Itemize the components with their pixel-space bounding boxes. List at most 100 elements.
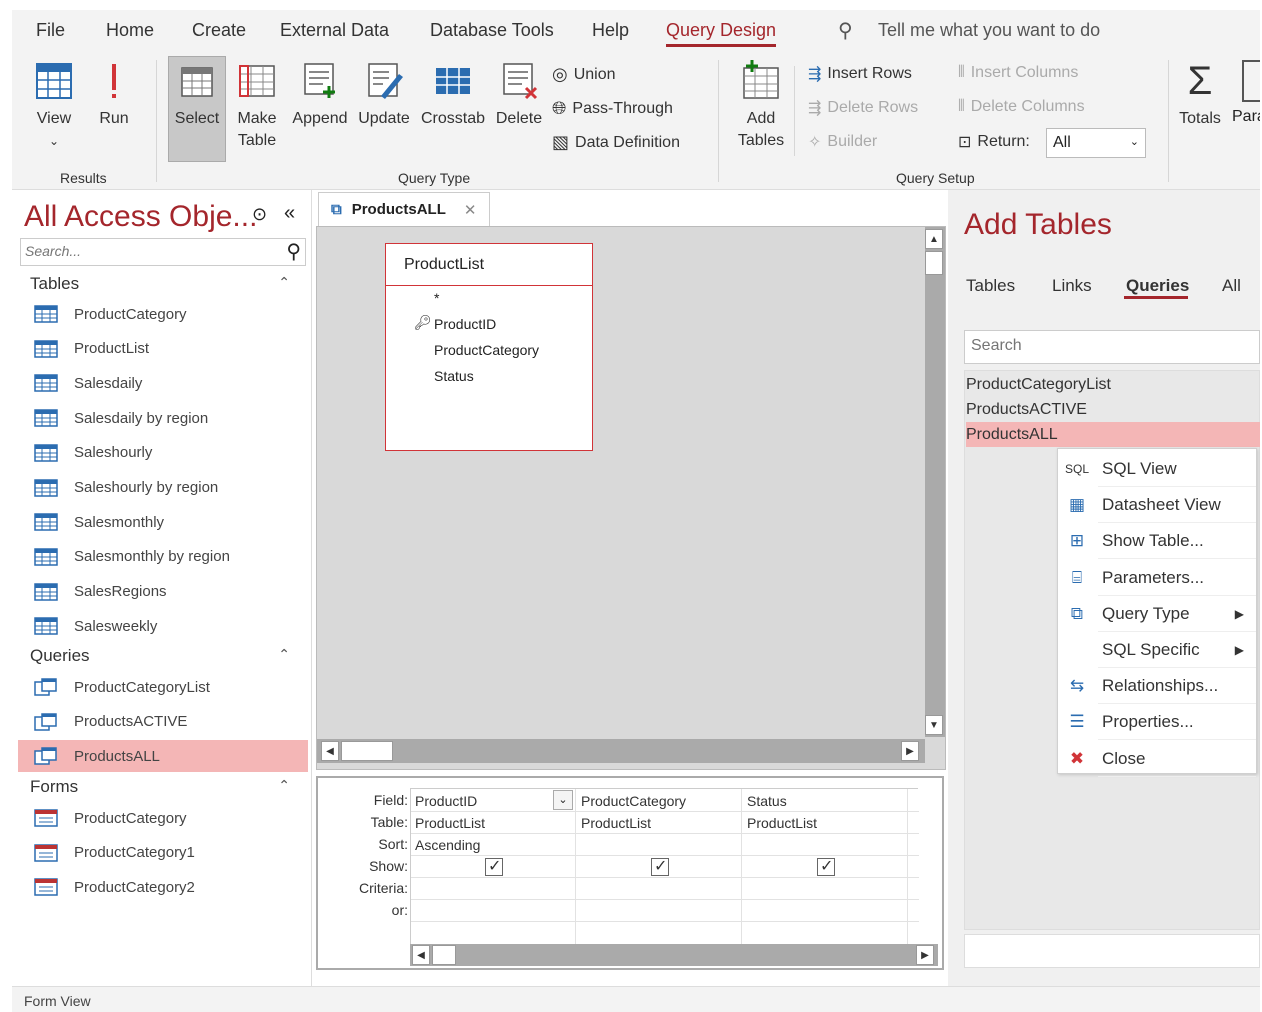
- scroll-left-arrow-icon[interactable]: ◀: [321, 741, 339, 761]
- insert-rows-button[interactable]: ⇶ Insert Rows: [808, 64, 912, 84]
- nav-search-input[interactable]: [21, 239, 271, 263]
- tab-queries[interactable]: Queries: [1126, 276, 1189, 296]
- form-item[interactable]: ProductCategory2: [30, 871, 306, 903]
- add-tables-button[interactable]: Add Tables: [732, 60, 790, 152]
- union-button[interactable]: ◎ Union: [552, 64, 616, 85]
- table-field-list[interactable]: ProductList * 🔑︎ ProductID ProductCatego…: [385, 243, 593, 451]
- cell-field-3[interactable]: Status: [747, 793, 787, 809]
- append-button[interactable]: Append: [288, 60, 352, 130]
- scroll-down-arrow-icon[interactable]: ▼: [925, 715, 943, 735]
- menu-item-close[interactable]: ✖ Close: [1058, 741, 1256, 777]
- document-tab[interactable]: ⧉ ProductsALL ✕: [318, 192, 490, 226]
- section-tables-label: Tables: [30, 274, 80, 293]
- menu-item-query-type[interactable]: ⧉ Query Type ▶: [1058, 596, 1256, 632]
- scroll-thumb[interactable]: [925, 251, 943, 275]
- cell-field-1[interactable]: ProductID: [415, 793, 477, 809]
- field-productid[interactable]: ProductID: [434, 316, 496, 332]
- form-item[interactable]: ProductCategory: [30, 802, 306, 834]
- form-item[interactable]: ProductCategory1: [30, 837, 306, 869]
- table-item[interactable]: Salesdaily: [30, 367, 306, 399]
- vertical-scrollbar[interactable]: ▲ ▼: [925, 227, 945, 737]
- parameters-button-partial[interactable]: Para: [1230, 60, 1260, 170]
- insert-columns-label: Insert Columns: [970, 64, 1079, 81]
- add-tables-query-label: ProductsALL: [966, 425, 1058, 443]
- update-button[interactable]: Update: [354, 60, 414, 130]
- crosstab-button[interactable]: Crosstab: [416, 60, 490, 130]
- totals-button[interactable]: Σ Totals: [1172, 60, 1228, 130]
- menu-item-sql-specific[interactable]: SQL Specific ▶: [1058, 632, 1256, 668]
- scroll-right-arrow-icon[interactable]: ▶: [916, 945, 934, 965]
- menu-item-relationships[interactable]: ⇆ Relationships...: [1058, 668, 1256, 705]
- tab-tables[interactable]: Tables: [966, 276, 1015, 296]
- return-control: ⊡ Return:: [958, 132, 1030, 152]
- scroll-thumb[interactable]: [432, 945, 456, 965]
- table-item[interactable]: Salesdaily by region: [30, 402, 306, 434]
- query-item[interactable]: ProductsACTIVE: [30, 706, 306, 738]
- search-icon[interactable]: ⚲: [286, 239, 301, 264]
- menu-item-parameters[interactable]: ⌸ Parameters...: [1058, 560, 1256, 596]
- data-definition-button[interactable]: ▧ Data Definition: [552, 132, 680, 153]
- grid-horizontal-scrollbar[interactable]: ◀ ▶: [410, 944, 938, 966]
- add-tables-query-item[interactable]: ProductsACTIVE: [966, 397, 1260, 422]
- collapse-pane-icon[interactable]: «: [284, 202, 295, 225]
- field-productcategory[interactable]: ProductCategory: [434, 342, 539, 358]
- tab-home[interactable]: Home: [106, 20, 154, 41]
- table-item[interactable]: Salesmonthly: [30, 506, 306, 538]
- close-tab-icon[interactable]: ✕: [464, 201, 477, 219]
- make-table-button[interactable]: Make Table: [232, 60, 282, 152]
- tab-external-data[interactable]: External Data: [280, 20, 389, 41]
- show-checkbox-2[interactable]: [651, 856, 669, 876]
- table-item[interactable]: Saleshourly: [30, 437, 306, 469]
- menu-item-datasheet-view[interactable]: ▦ Datasheet View: [1058, 487, 1256, 524]
- menu-item-show-table[interactable]: ⊞ Show Table...: [1058, 523, 1256, 560]
- scroll-right-arrow-icon[interactable]: ▶: [901, 741, 919, 761]
- scroll-left-arrow-icon[interactable]: ◀: [412, 945, 430, 965]
- add-tables-query-item[interactable]: ProductsALL: [966, 422, 1260, 447]
- section-forms[interactable]: Forms ⌃: [30, 777, 306, 797]
- pass-through-button[interactable]: 🌐︎ Pass-Through: [552, 98, 673, 119]
- cell-table-2[interactable]: ProductList: [581, 815, 651, 831]
- table-item[interactable]: SalesRegions: [30, 576, 306, 608]
- cell-table-1[interactable]: ProductList: [415, 815, 485, 831]
- return-dropdown[interactable]: All ⌄: [1046, 128, 1146, 158]
- table-item[interactable]: ProductCategory: [30, 298, 306, 330]
- field-all[interactable]: *: [434, 290, 439, 306]
- menu-item-sql-view[interactable]: SQL SQL View: [1058, 451, 1256, 487]
- cell-table-3[interactable]: ProductList: [747, 815, 817, 831]
- show-checkbox-1[interactable]: [485, 856, 503, 876]
- section-queries[interactable]: Queries ⌃: [30, 646, 306, 666]
- tell-me-box[interactable]: Tell me what you want to do: [878, 20, 1100, 41]
- table-item[interactable]: ProductList: [30, 333, 306, 365]
- field-status[interactable]: Status: [434, 368, 474, 384]
- table-item[interactable]: Salesmonthly by region: [30, 541, 306, 573]
- show-checkbox-3[interactable]: [817, 856, 835, 876]
- table-item[interactable]: Saleshourly by region: [30, 472, 306, 504]
- tab-database-tools[interactable]: Database Tools: [430, 20, 554, 41]
- view-button[interactable]: View ⌄: [26, 60, 82, 152]
- tab-query-design[interactable]: Query Design: [666, 20, 777, 47]
- tab-links[interactable]: Links: [1052, 276, 1092, 296]
- add-tables-label-1: Add: [746, 110, 776, 127]
- field-dropdown-chevron-icon[interactable]: ⌄: [553, 790, 573, 810]
- table-item[interactable]: Salesweekly: [30, 610, 306, 642]
- table-icon: [34, 409, 58, 427]
- cell-field-2[interactable]: ProductCategory: [581, 793, 686, 809]
- nav-menu-dropdown-icon[interactable]: ⊙: [252, 204, 267, 225]
- tab-all[interactable]: All: [1222, 276, 1241, 296]
- run-button[interactable]: Run: [90, 60, 138, 130]
- delete-query-button[interactable]: Delete: [490, 60, 548, 130]
- query-item[interactable]: ProductsALL: [18, 740, 308, 773]
- menu-item-properties[interactable]: ☰ Properties...: [1058, 704, 1256, 741]
- add-tables-query-item[interactable]: ProductCategoryList: [966, 372, 1260, 397]
- query-item[interactable]: ProductCategoryList: [30, 671, 306, 703]
- add-tables-search-input[interactable]: [965, 331, 1245, 361]
- select-query-button[interactable]: Select: [168, 60, 226, 130]
- tab-help[interactable]: Help: [592, 20, 629, 41]
- horizontal-scrollbar[interactable]: ◀ ▶: [317, 739, 925, 763]
- scroll-thumb[interactable]: [341, 741, 393, 761]
- tab-file[interactable]: File: [36, 20, 65, 41]
- cell-sort-1[interactable]: Ascending: [415, 837, 480, 853]
- tab-create[interactable]: Create: [192, 20, 246, 41]
- section-tables[interactable]: Tables ⌃: [30, 274, 306, 294]
- scroll-up-arrow-icon[interactable]: ▲: [925, 229, 943, 249]
